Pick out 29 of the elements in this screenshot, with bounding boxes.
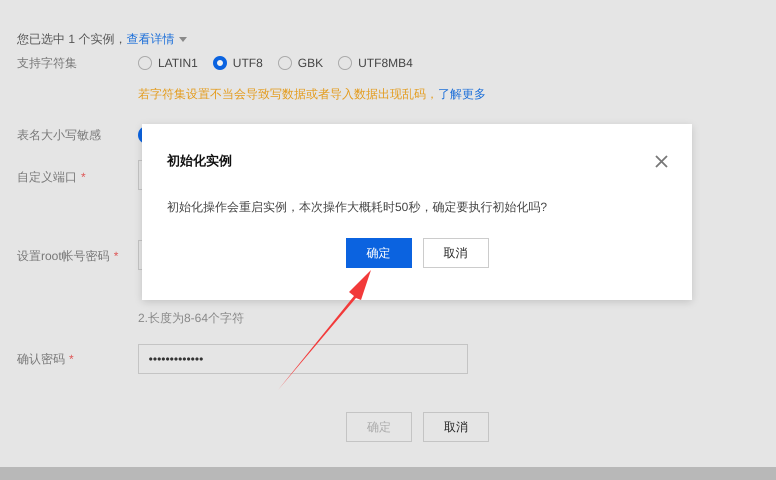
required-mark: * xyxy=(114,249,118,263)
required-mark: * xyxy=(69,352,74,366)
field-label: 设置root帐号密码 xyxy=(17,248,110,264)
radio-button[interactable] xyxy=(212,56,227,70)
radio-button[interactable] xyxy=(138,56,152,70)
field-label: 自定义端口 xyxy=(17,168,77,186)
field-label: 表名大小写敏感 xyxy=(17,126,102,144)
required-mark: * xyxy=(81,170,86,184)
field-label: 确认密码 xyxy=(17,350,65,368)
caret-icon xyxy=(179,36,188,42)
details-link[interactable]: 查看详情 xyxy=(126,30,174,48)
selection-text: 您已选中 1 个实例， xyxy=(17,30,126,48)
field-label: 支持字符集 xyxy=(17,54,78,72)
radio-button[interactable] xyxy=(338,56,352,70)
dialog-title: 初始化实例 xyxy=(167,152,232,170)
confirm-button[interactable]: 确定 xyxy=(346,238,412,268)
radio-button[interactable] xyxy=(278,56,292,70)
hint-text: 2.长度为8-64个字符 xyxy=(138,310,246,326)
cancel-button[interactable]: 取消 xyxy=(422,238,488,268)
radio-label[interactable]: GBK xyxy=(298,56,324,70)
form-button[interactable]: 取消 xyxy=(423,412,489,442)
warning-text: 若字符集设置不当会导致写数据或者导入数据出现乱码， xyxy=(138,87,438,101)
radio-label[interactable]: UTF8MB4 xyxy=(358,56,413,70)
learn-more-link[interactable]: 了解更多 xyxy=(438,87,486,101)
password-field[interactable]: ••••••••••••• xyxy=(138,344,468,374)
radio-label[interactable]: UTF8 xyxy=(232,56,263,70)
dialog-message: 初始化操作会重启实例，本次操作大概耗时50秒，确定要执行初始化吗? xyxy=(167,199,548,215)
radio-label[interactable]: LATIN1 xyxy=(158,56,198,70)
close-icon[interactable] xyxy=(655,154,668,168)
